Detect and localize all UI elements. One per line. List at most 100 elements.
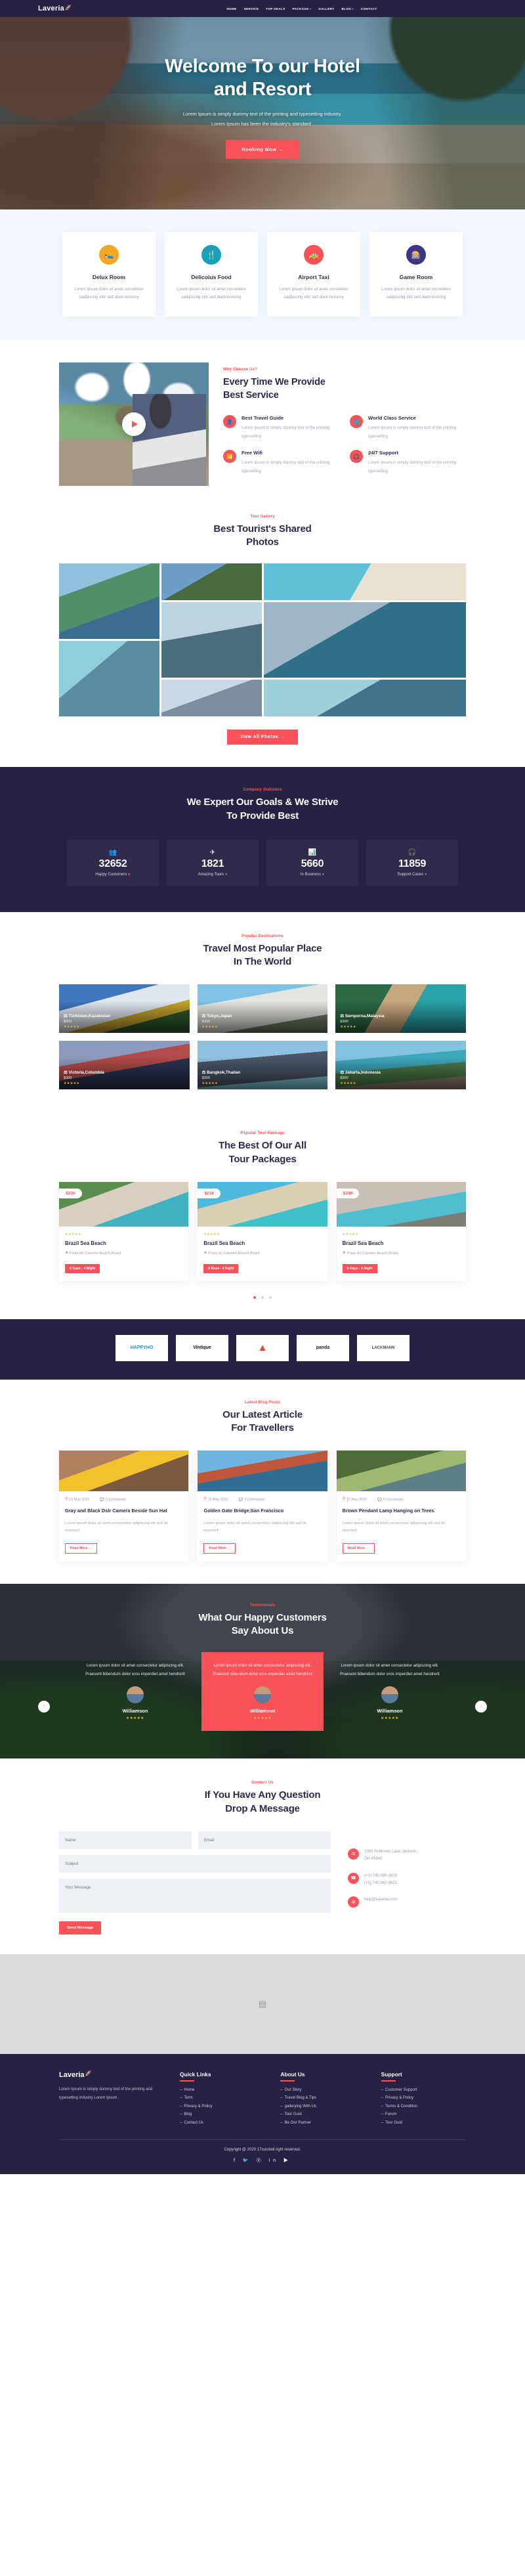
testimonial-quote: Lorem ipsum dolor sit amet consectetur a…: [213, 1663, 312, 1677]
footer-link[interactable]: – Travel Blog & Tips: [280, 2096, 365, 2100]
stat-label: Amazing Tours: [198, 872, 224, 877]
subject-input[interactable]: [59, 1854, 331, 1873]
carousel-dot[interactable]: [261, 1296, 264, 1299]
footer-link[interactable]: – Contact Us: [180, 2121, 264, 2125]
package-price: $236: [198, 1188, 220, 1198]
package-card[interactable]: $236 ★★★★★ Brazil Sea Beach ⚑ Praia do C…: [198, 1181, 327, 1281]
nav-item-gallery[interactable]: GALLERY: [318, 7, 334, 11]
footer-link[interactable]: – Forum: [381, 2112, 466, 2116]
nav-item-package[interactable]: PACKAGE˅: [293, 7, 312, 11]
footer-link[interactable]: – gallerying With Us: [280, 2105, 365, 2108]
footer-link[interactable]: – Tour Guid: [381, 2121, 466, 2125]
play-icon[interactable]: [122, 412, 146, 436]
nav-item-blog[interactable]: BLOG˅: [342, 7, 354, 11]
gallery-photo[interactable]: [161, 680, 262, 717]
footer-link[interactable]: – Privacy & Policy: [180, 2105, 264, 2108]
partner-logo-lackmann[interactable]: LACKMANN: [357, 1334, 410, 1361]
partner-logo-panda[interactable]: panda: [297, 1334, 349, 1361]
page-root: Laveria 🚀 HOME SERVICE TOP DEALS PACKAGE…: [0, 0, 525, 2175]
stats-eyebrow: Company Statistics: [243, 788, 282, 793]
feature-card-game-room[interactable]: 🎰 Game Room Lorem ipsum dolor sit amet c…: [369, 232, 463, 317]
send-message-button[interactable]: Send Message: [59, 1921, 102, 1934]
map-embed[interactable]: ▤: [0, 1954, 525, 2054]
footer-link[interactable]: – Blog: [180, 2112, 264, 2116]
copyright-text: Copyright @ 2020 17sucolall right reserv…: [224, 2148, 301, 2152]
footer-link[interactable]: – Term: [180, 2096, 264, 2100]
gallery-photo[interactable]: [161, 602, 262, 678]
stat-card-support-cases: 🎧 11859 Support Cases ●: [366, 839, 458, 886]
place-card[interactable]: ⚖ Tokyo,Japan $300 ★★★★★: [197, 984, 328, 1034]
package-title: Brazil Sea Beach: [342, 1240, 384, 1246]
gallery-photo[interactable]: [161, 563, 262, 601]
contact-title: If You Have Any Question Drop A Message: [204, 1789, 321, 1814]
blog-post-date: 15 May 2020: [69, 1497, 90, 1502]
footer-link[interactable]: – Privacy & Policy: [381, 2096, 466, 2100]
footer-link[interactable]: – Home: [180, 2088, 264, 2092]
contact-section: Contact Us If You Have Any Question Drop…: [0, 1758, 525, 1954]
gallery-photo[interactable]: [59, 641, 159, 717]
feature-card-delicious-food[interactable]: 🍴 Delicoius Food Lorem ipsum dolor sit a…: [165, 232, 258, 317]
feature-title: Delicoius Food: [191, 274, 232, 280]
place-card[interactable]: ⚖ Türkistan,Kazakistan $300 ★★★★★: [59, 984, 190, 1034]
site-logo[interactable]: Laveria 🚀: [38, 5, 72, 13]
footer-column-support: Support – Customer Support – Privacy & Pol…: [381, 2071, 466, 2129]
social-links[interactable]: f 🐦 ⓟ in ▶: [59, 2157, 466, 2164]
stat-value: 1821: [201, 858, 224, 869]
name-input[interactable]: [59, 1831, 192, 1849]
footer-link[interactable]: – Terms & Condition: [381, 2105, 466, 2108]
carousel-dot[interactable]: [269, 1296, 272, 1299]
blog-post-card[interactable]: ⏱ 15 May 2020 💬 0 Comments Gray and Black …: [59, 1451, 189, 1561]
place-card[interactable]: ⚖ Victoria,Columbia $300 ★★★★★: [59, 1041, 190, 1090]
footer-link[interactable]: – Customer Support: [381, 2088, 466, 2092]
gallery-photo[interactable]: [263, 563, 466, 601]
blog-post-excerpt: Lorem ipsum dolor sit amet,consectetur a…: [342, 1521, 446, 1533]
blog-post-card[interactable]: ⏱ 15 May 2020 💬 0 Comments Golden Gate Bri…: [198, 1451, 327, 1561]
features-section: 🛌 Delux Room Lorem ipsum dolor sit amet …: [0, 209, 525, 340]
nav-item-home[interactable]: HOME: [227, 7, 237, 11]
booking-now-button[interactable]: Booking Now →: [226, 139, 299, 159]
why-choose-us-section: Why Choose Us? Every Time We Provide Bes…: [0, 340, 525, 506]
gallery-photo[interactable]: [59, 563, 159, 640]
footer-link[interactable]: – Be Our Partner: [280, 2121, 365, 2125]
place-card[interactable]: ⚖ Semporna,Malaysia $300 ★★★★★: [335, 984, 466, 1034]
email-input[interactable]: [198, 1831, 331, 1849]
footer-link[interactable]: – Our Story: [280, 2088, 365, 2092]
places-title: Travel Most Popular Place In The World: [203, 942, 322, 968]
feature-card-delux-room[interactable]: 🛌 Delux Room Lorem ipsum dolor sit amet …: [62, 232, 156, 317]
place-card[interactable]: ⚖ Jakarta,Indonesia $300 ★★★★★: [335, 1041, 466, 1090]
package-card[interactable]: $236 ★★★★★ Brazil Sea Beach ⚑ Praia do C…: [336, 1181, 466, 1281]
testimonial-quote: Lorem ipsum dolor sit amet consectetur a…: [340, 1663, 440, 1677]
why-item-title: Best Travel Guide: [242, 415, 284, 422]
place-name: Semporna,Malaysia: [345, 1014, 385, 1019]
partner-logo-vintique[interactable]: Vintique: [176, 1334, 228, 1361]
footer-link[interactable]: – Tour Guid: [280, 2112, 365, 2116]
read-more-link[interactable]: Read More →: [65, 1542, 98, 1554]
footer-logo[interactable]: Laveria 🚀: [59, 2070, 164, 2079]
place-card[interactable]: ⚖ Bangkok,Thailan $300 ★★★★★: [197, 1041, 328, 1090]
view-all-photos-button[interactable]: View All Photos →: [227, 730, 298, 745]
nav-item-top-deals[interactable]: TOP DEALS: [266, 7, 285, 11]
gallery-photo[interactable]: [263, 680, 466, 717]
place-price: $300: [340, 1020, 348, 1024]
rating-stars: ★★★★★: [201, 1081, 219, 1086]
carousel-dot[interactable]: [253, 1296, 256, 1299]
blog-post-card[interactable]: ⏱ 15 May 2020 💬 0 Comments Brown Pendant L…: [336, 1451, 466, 1561]
stat-label: Happy Customers: [95, 872, 127, 877]
gallery-photo[interactable]: [263, 602, 466, 678]
nav-item-service[interactable]: SERVICE: [244, 7, 259, 11]
wifi-icon: 📶: [223, 450, 236, 464]
blog-post-title: Brown Pendant Lamp Hanging on Trees: [342, 1508, 434, 1514]
package-card[interactable]: $236 ★★★★★ Brazil Sea Beach ⚑ Praia do C…: [59, 1181, 189, 1281]
message-textarea[interactable]: [59, 1878, 331, 1913]
rocket-icon: 🚀: [85, 2070, 92, 2077]
places-eyebrow: Popular Destinations: [241, 934, 284, 938]
feature-card-airport-taxi[interactable]: 🚕 Airport Taxi Lorem ipsum dolor sit ame…: [267, 232, 360, 317]
read-more-link[interactable]: Read More →: [342, 1542, 375, 1554]
partner-logo-happyho[interactable]: HAPPYHO: [116, 1334, 168, 1361]
read-more-link[interactable]: Read More →: [203, 1542, 236, 1554]
chart-icon: 📊: [308, 848, 317, 856]
carousel-dots: [59, 1290, 466, 1302]
clock-icon: ⏱: [65, 1497, 68, 1502]
partner-logo-mountain[interactable]: ▲: [236, 1334, 289, 1361]
nav-item-contact[interactable]: CONTACT: [361, 7, 377, 11]
